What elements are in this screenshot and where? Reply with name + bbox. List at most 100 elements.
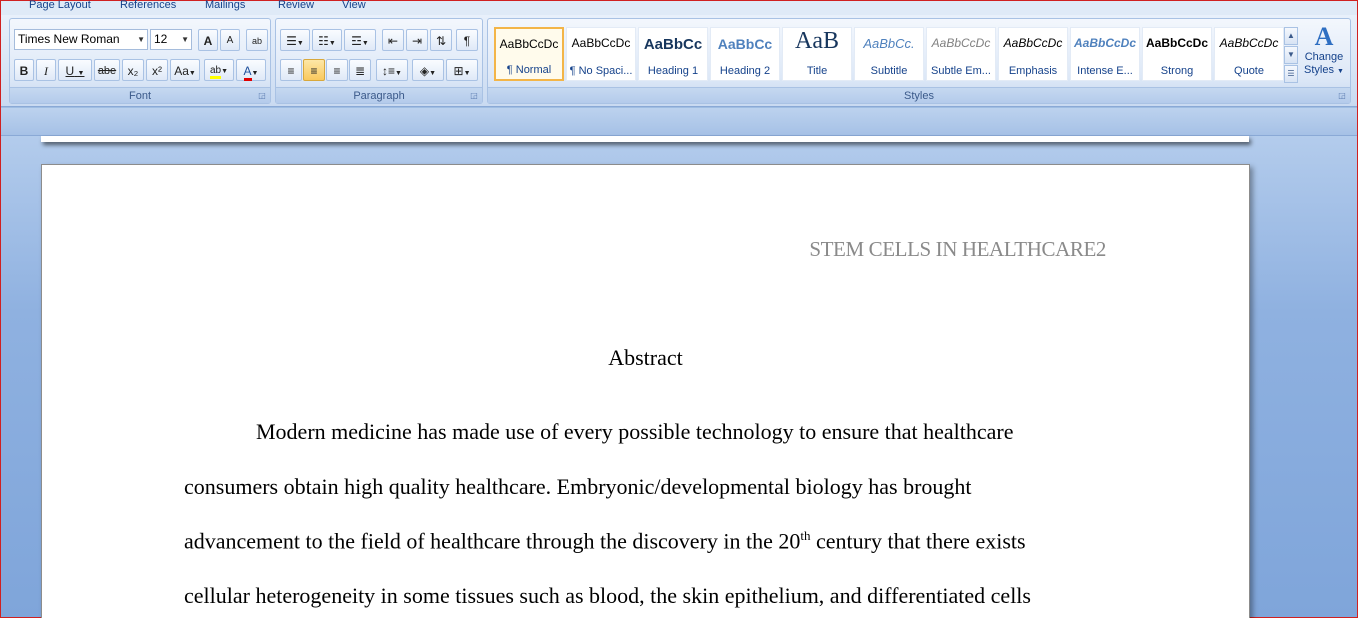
font-size-value: 12: [154, 32, 168, 46]
paragraph-line[interactable]: advancement to the field of healthcare t…: [184, 528, 1026, 554]
style-name: Heading 1: [647, 65, 699, 77]
style-name: Emphasis: [1008, 65, 1058, 77]
style-subtle-emphasis[interactable]: AaBbCcDc Subtle Em...: [926, 27, 996, 81]
font-group: Times New Roman ▼ 12 ▼ A A ab B I U ▼ ab…: [9, 18, 271, 104]
tab-page-layout[interactable]: Page Layout: [29, 0, 91, 11]
style-heading-1[interactable]: AaBbCc Heading 1: [638, 27, 708, 81]
style-sample: AaBbCcDc: [1073, 36, 1136, 50]
change-styles-button[interactable]: A Change Styles ▼: [1302, 23, 1346, 85]
document-page[interactable]: STEM CELLS IN HEALTHCARE2 Abstract Moder…: [41, 164, 1250, 618]
gallery-scroll-up-icon[interactable]: ▲: [1284, 27, 1298, 45]
chevron-down-icon[interactable]: ▼: [395, 70, 402, 77]
strikethrough-icon: abe: [97, 65, 117, 77]
show-formatting-button[interactable]: ¶: [456, 29, 478, 51]
bullets-button[interactable]: ☰▼: [280, 29, 310, 51]
grow-font-button[interactable]: A: [198, 29, 218, 51]
style-normal[interactable]: AaBbCcDc ¶ Normal: [494, 27, 564, 81]
style-sample: AaBbCcDc: [571, 36, 631, 50]
page-header[interactable]: STEM CELLS IN HEALTHCARE2: [809, 237, 1106, 262]
style-name: Quote: [1234, 65, 1264, 77]
paragraph-group-label: Paragraph: [276, 87, 482, 103]
style-title[interactable]: AaB Title: [782, 27, 852, 81]
style-name: Heading 2: [719, 65, 771, 77]
style-emphasis[interactable]: AaBbCcDc Emphasis: [998, 27, 1068, 81]
dialog-launcher-icon[interactable]: ◲: [1337, 91, 1347, 101]
chevron-down-icon[interactable]: ▼: [464, 70, 471, 77]
chevron-down-icon[interactable]: ▼: [252, 70, 259, 77]
font-color-button[interactable]: A▼: [236, 59, 266, 81]
style-sample: AaBbCcDc: [931, 36, 991, 50]
dialog-launcher-icon[interactable]: ◲: [257, 91, 267, 101]
align-center-icon: ≡: [310, 64, 318, 78]
styles-group-label: Styles: [488, 87, 1350, 103]
highlight-button[interactable]: ab▼: [204, 59, 234, 81]
style-quote[interactable]: AaBbCcDc Quote: [1214, 27, 1284, 81]
gallery-scroll-down-icon[interactable]: ▼: [1284, 46, 1298, 64]
document-workspace[interactable]: STEM CELLS IN HEALTHCARE2 Abstract Moder…: [1, 108, 1357, 618]
italic-button[interactable]: I: [36, 59, 56, 81]
change-case-button[interactable]: Aa▼: [170, 59, 200, 81]
paragraph-line[interactable]: consumers obtain high quality healthcare…: [184, 474, 972, 500]
chevron-down-icon[interactable]: ▼: [189, 70, 196, 77]
change-styles-icon: A: [1314, 22, 1334, 51]
line-spacing-icon: ↕≡: [382, 64, 396, 78]
paragraph-line[interactable]: cellular heterogeneity in some tissues s…: [184, 583, 1031, 609]
font-group-label: Font: [10, 87, 270, 103]
change-styles-label: Change: [1304, 51, 1344, 63]
tab-view[interactable]: View: [342, 0, 366, 11]
increase-indent-icon: ⇥: [411, 34, 423, 48]
tab-review[interactable]: Review: [278, 0, 314, 11]
style-intense-emphasis[interactable]: AaBbCcDc Intense E...: [1070, 27, 1140, 81]
dialog-launcher-icon[interactable]: ◲: [469, 91, 479, 101]
style-sample: AaBbCc.: [863, 36, 915, 51]
strikethrough-button[interactable]: abe: [94, 59, 120, 81]
clear-formatting-button[interactable]: ab: [246, 29, 268, 51]
font-family-combo[interactable]: Times New Roman ▼: [14, 29, 148, 50]
chevron-down-icon[interactable]: ▼: [78, 70, 85, 77]
chevron-down-icon[interactable]: ▼: [297, 40, 304, 47]
style-name: Subtitle: [870, 65, 908, 77]
style-no-spacing[interactable]: AaBbCcDc ¶ No Spaci...: [566, 27, 636, 81]
abstract-heading[interactable]: Abstract: [42, 345, 1249, 371]
border-grid-icon: ⊞: [453, 64, 464, 78]
chevron-down-icon[interactable]: ▼: [329, 40, 336, 47]
align-left-button[interactable]: ≡: [280, 59, 302, 81]
shrink-font-button[interactable]: A: [220, 29, 240, 51]
chevron-down-icon[interactable]: ▼: [221, 68, 228, 75]
justify-button[interactable]: ≣: [349, 59, 371, 81]
sort-button[interactable]: ⇅: [430, 29, 452, 51]
style-strong[interactable]: AaBbCcDc Strong: [1142, 27, 1212, 81]
tab-mailings[interactable]: Mailings: [205, 0, 245, 11]
bold-button[interactable]: B: [14, 59, 34, 81]
chevron-down-icon[interactable]: ▼: [137, 30, 145, 49]
chevron-down-icon[interactable]: ▼: [1337, 68, 1344, 75]
numbering-button[interactable]: ☷▼: [312, 29, 342, 51]
style-heading-2[interactable]: AaBbCc Heading 2: [710, 27, 780, 81]
sort-icon: ⇅: [435, 34, 447, 48]
align-center-button[interactable]: ≡: [303, 59, 325, 81]
font-size-combo[interactable]: 12 ▼: [150, 29, 192, 50]
subscript-button[interactable]: x₂: [122, 59, 144, 81]
styles-group: AaBbCcDc ¶ Normal AaBbCcDc ¶ No Spaci...…: [487, 18, 1351, 104]
decrease-indent-button[interactable]: ⇤: [382, 29, 404, 51]
gallery-more-icon[interactable]: ☰: [1284, 65, 1298, 83]
style-sample: AaBbCcDc: [1219, 36, 1279, 50]
shading-button[interactable]: ◈▼: [412, 59, 444, 81]
align-left-icon: ≡: [287, 64, 295, 78]
superscript-button[interactable]: x²: [146, 59, 168, 81]
align-right-button[interactable]: ≡: [326, 59, 348, 81]
numbered-list-icon: ☷: [318, 34, 329, 48]
increase-indent-button[interactable]: ⇥: [406, 29, 428, 51]
chevron-down-icon[interactable]: ▼: [429, 70, 436, 77]
borders-button[interactable]: ⊞▼: [446, 59, 478, 81]
tab-references[interactable]: References: [120, 0, 176, 11]
underline-button[interactable]: U ▼: [58, 59, 92, 81]
chevron-down-icon[interactable]: ▼: [362, 40, 369, 47]
style-name: Intense E...: [1077, 65, 1133, 77]
chevron-down-icon[interactable]: ▼: [181, 30, 189, 49]
style-subtitle[interactable]: AaBbCc. Subtitle: [854, 27, 924, 81]
previous-page-edge: [41, 136, 1249, 142]
line-spacing-button[interactable]: ↕≡▼: [376, 59, 408, 81]
paragraph-line[interactable]: Modern medicine has made use of every po…: [256, 419, 1014, 445]
multilevel-list-button[interactable]: ☲▼: [344, 29, 376, 51]
